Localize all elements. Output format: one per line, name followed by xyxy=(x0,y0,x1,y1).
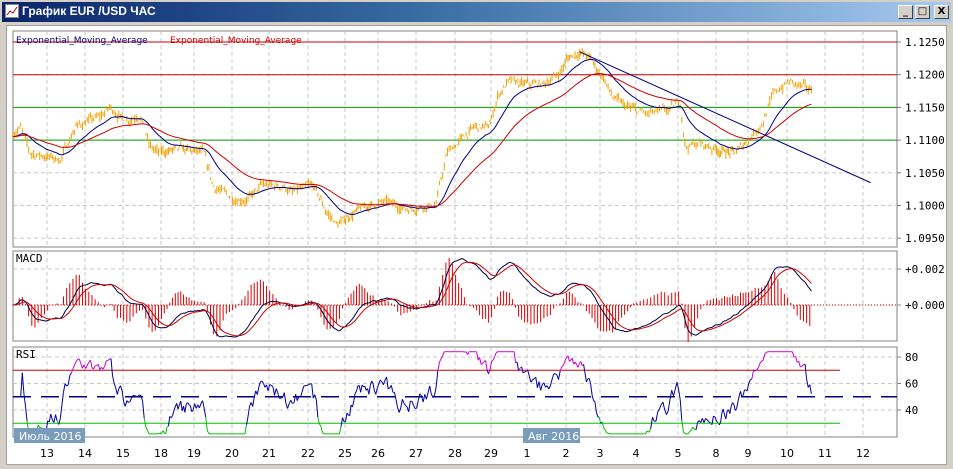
month-label: Июль 2016 xyxy=(19,430,82,443)
date-tick-label: 13 xyxy=(40,447,54,460)
price-tick-label: 1.1250 xyxy=(905,36,945,49)
date-tick-label: 15 xyxy=(116,447,130,460)
rsi-line-segment xyxy=(766,351,769,353)
date-tick-label: 14 xyxy=(78,447,92,460)
date-tick-label: 26 xyxy=(371,447,385,460)
date-tick-label: 22 xyxy=(301,447,315,460)
macd-tick-label: +0.002 xyxy=(905,263,945,276)
chart-svg[interactable]: 13 14 15 18 19 20 21 22 25 26 27 28 29 1 2 3 4 5 8 9 10 11 121… xyxy=(0,0,953,469)
price-tick-label: 1.1100 xyxy=(905,134,945,147)
date-tick-label: 5 xyxy=(675,447,682,460)
date-tick-label: 19 xyxy=(187,447,201,460)
date-tick-label: 4 xyxy=(633,447,640,460)
rsi-line-segment xyxy=(308,383,311,386)
date-tick-label: 12 xyxy=(856,447,870,460)
rsi-label: RSI xyxy=(16,348,36,361)
macd-label: MACD xyxy=(16,252,43,265)
rsi-line-segment xyxy=(292,402,295,404)
legend-ema-fast: Exponential_Moving_Average xyxy=(16,36,148,46)
date-tick-label: 3 xyxy=(597,447,604,460)
date-tick-label: 18 xyxy=(154,447,168,460)
rsi-line-segment xyxy=(134,395,137,397)
price-tick-label: 1.1200 xyxy=(905,69,945,82)
date-tick-label: 20 xyxy=(225,447,239,460)
rsi-tick-label: 40 xyxy=(905,404,918,417)
date-tick-label: 21 xyxy=(262,447,276,460)
date-tick-label: 9 xyxy=(745,447,752,460)
price-tick-label: 1.1050 xyxy=(905,167,945,180)
month-label: Авг 2016 xyxy=(528,430,579,443)
rsi-line-segment xyxy=(800,365,803,368)
date-tick-label: 2 xyxy=(563,447,570,460)
price-tick-label: 1.0950 xyxy=(905,232,945,245)
rsi-tick-label: 60 xyxy=(905,378,918,391)
rsi-line-segment xyxy=(280,396,283,399)
rsi-tick-label: 80 xyxy=(905,351,918,364)
price-tick-label: 1.1000 xyxy=(905,200,945,213)
date-tick-label: 29 xyxy=(484,447,498,460)
date-tick-label: 27 xyxy=(409,447,423,460)
date-tick-label: 8 xyxy=(713,447,720,460)
date-tick-label: 10 xyxy=(780,447,794,460)
macd-tick-label: +0.000 xyxy=(905,299,945,312)
date-tick-label: 28 xyxy=(448,447,462,460)
legend-ema-slow: Exponential_Moving_Average xyxy=(170,36,302,46)
date-tick-label: 11 xyxy=(818,447,832,460)
date-tick-label: 25 xyxy=(338,447,352,460)
price-tick-label: 1.1150 xyxy=(905,101,945,114)
date-tick-label: 1 xyxy=(524,447,531,460)
rsi-line-segment xyxy=(524,370,527,373)
